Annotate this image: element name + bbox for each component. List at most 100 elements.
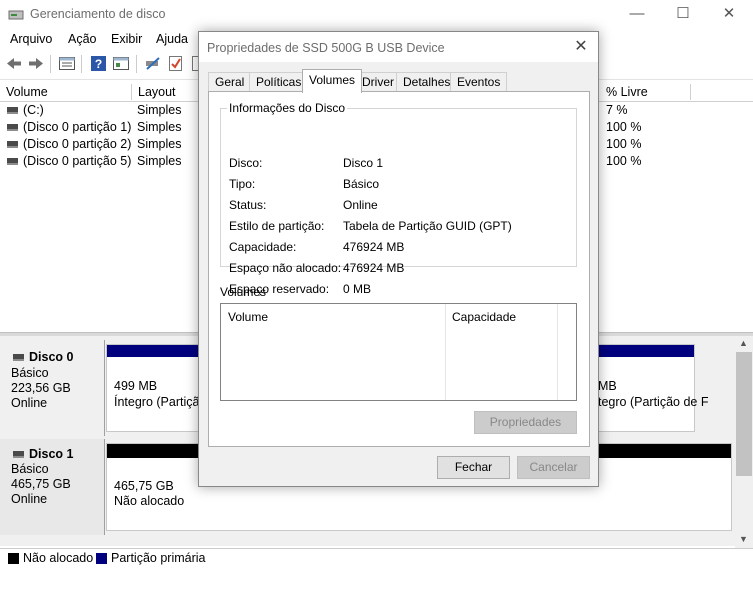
- volume-name: (C:): [23, 103, 44, 117]
- list-view-icon[interactable]: [58, 55, 76, 72]
- info-label-espaco-nao-alocado: Espaço não alocado:: [229, 261, 342, 275]
- volume-name: (Disco 0 partição 5): [23, 154, 132, 168]
- tab-volumes[interactable]: Volumes: [302, 69, 363, 93]
- properties-icon[interactable]: [112, 55, 130, 72]
- partition-size: MB: [598, 379, 617, 393]
- check-icon[interactable]: [167, 55, 185, 72]
- disk-status: Online: [11, 396, 48, 410]
- disk-info-group-title: Informações do Disco: [229, 101, 346, 115]
- info-label-disco: Disco:: [229, 156, 263, 170]
- volumes-column-volume[interactable]: Volume: [228, 310, 268, 324]
- volume-layout: Simples: [137, 120, 182, 134]
- dialog-close-button[interactable]: ✕: [569, 36, 593, 58]
- info-label-capacidade: Capacidade:: [229, 240, 297, 254]
- scroll-up-icon[interactable]: ▲: [739, 338, 748, 348]
- column-header-volume[interactable]: Volume: [0, 84, 132, 100]
- menu-exibir[interactable]: Exibir: [111, 32, 142, 46]
- volume-free: 100 %: [606, 120, 642, 134]
- disk-status: Online: [11, 492, 48, 506]
- info-value-espaco-reservado: 0 MB: [343, 282, 372, 296]
- tab-geral[interactable]: Geral: [208, 72, 252, 92]
- disk-size: 465,75 GB: [11, 477, 71, 491]
- vertical-scrollbar[interactable]: ▲ ▼: [735, 336, 753, 548]
- tab-politicas[interactable]: Políticas: [249, 72, 309, 92]
- close-dialog-button[interactable]: Fechar: [437, 456, 510, 479]
- partition-status: Íntegro (Partição: [114, 395, 207, 409]
- volume-layout: Simples: [137, 154, 182, 168]
- minimize-button[interactable]: —: [614, 0, 660, 30]
- volume-layout: Simples: [137, 103, 182, 117]
- unallocated-legend-swatch: [8, 553, 19, 564]
- partition-size: 499 MB: [114, 379, 158, 393]
- partition-box[interactable]: MB tegro (Partição de F: [596, 344, 708, 432]
- info-value-tipo: Básico: [343, 177, 380, 191]
- tab-detalhes[interactable]: Detalhes: [396, 72, 458, 92]
- cancel-button[interactable]: Cancelar: [517, 456, 590, 479]
- partition-status: tegro (Partição de F: [598, 395, 709, 409]
- toolbar-separator: [136, 55, 137, 73]
- partition-size: 465,75 GB: [114, 479, 174, 493]
- column-header-layout[interactable]: Layout: [132, 84, 203, 100]
- partition-status: Não alocado: [114, 494, 185, 508]
- toolbar-separator: [50, 55, 51, 73]
- disk-0-label[interactable]: Disco 0 Básico 223,56 GB Online: [0, 340, 105, 436]
- scroll-thumb[interactable]: [736, 352, 752, 476]
- primary-partition-bar: [107, 345, 200, 357]
- maximize-button[interactable]: ☐: [660, 0, 706, 30]
- close-button[interactable]: ✕: [706, 0, 752, 30]
- info-value-estilo-particao: Tabela de Partição GUID (GPT): [343, 219, 512, 233]
- volume-icon: [7, 124, 18, 132]
- volume-free: 100 %: [606, 154, 642, 168]
- disk-type: Básico: [11, 366, 49, 380]
- partition-box[interactable]: 499 MB Íntegro (Partição: [106, 344, 206, 432]
- menu-arquivo[interactable]: Arquivo: [10, 32, 52, 46]
- menu-ajuda[interactable]: Ajuda: [156, 32, 188, 46]
- volume-icon: [7, 141, 18, 149]
- disk-icon: [13, 354, 24, 362]
- volume-layout: Simples: [137, 137, 182, 151]
- volume-free: 7 %: [606, 103, 628, 117]
- help-icon[interactable]: ?: [90, 55, 108, 72]
- disk-properties-dialog: Propriedades de SSD 500G B USB Device ✕ …: [198, 31, 599, 487]
- tab-eventos[interactable]: Eventos: [450, 72, 508, 92]
- info-label-status: Status:: [229, 198, 267, 212]
- volume-name: (Disco 0 partição 2): [23, 137, 132, 151]
- dialog-title: Propriedades de SSD 500G B USB Device: [207, 41, 445, 55]
- disk-type: Básico: [11, 462, 49, 476]
- disk-size: 223,56 GB: [11, 381, 71, 395]
- toolbar-separator: [81, 55, 82, 73]
- column-divider: [557, 304, 558, 400]
- column-header-free-percent[interactable]: % Livre: [600, 84, 691, 100]
- legend-unallocated: Não alocado: [23, 551, 94, 565]
- legend-primary-partition: Partição primária: [111, 551, 206, 565]
- info-label-tipo: Tipo:: [229, 177, 256, 191]
- disk-name: Disco 1: [29, 447, 74, 461]
- info-value-espaco-nao-alocado: 476924 MB: [343, 261, 405, 275]
- volume-properties-button[interactable]: Propriedades: [474, 411, 577, 434]
- info-value-status: Online: [343, 198, 378, 212]
- back-arrow-icon[interactable]: [5, 55, 23, 72]
- volumes-section-label: Volumes: [220, 285, 267, 299]
- scroll-down-icon[interactable]: ▼: [739, 534, 748, 544]
- volume-icon: [7, 107, 18, 115]
- disk-1-label[interactable]: Disco 1 Básico 465,75 GB Online: [0, 439, 105, 535]
- menu-acao[interactable]: Ação: [68, 32, 97, 46]
- column-divider: [445, 304, 446, 400]
- info-value-capacidade: 476924 MB: [343, 240, 405, 254]
- volume-icon: [7, 158, 18, 166]
- disk-icon: [13, 451, 24, 459]
- volumes-column-capacidade[interactable]: Capacidade: [452, 310, 516, 324]
- window-title: Gerenciamento de disco: [30, 7, 166, 21]
- primary-partition-bar: [597, 345, 694, 357]
- info-value-disco: Disco 1: [343, 156, 384, 170]
- volumes-table[interactable]: Volume Capacidade: [220, 303, 577, 401]
- primary-partition-legend-swatch: [96, 553, 107, 564]
- svg-text:?: ?: [95, 57, 102, 71]
- disk-name: Disco 0: [29, 350, 74, 364]
- volume-name: (Disco 0 partição 1): [23, 120, 132, 134]
- forward-arrow-icon[interactable]: [27, 55, 45, 72]
- connect-icon[interactable]: [144, 55, 162, 72]
- volume-free: 100 %: [606, 137, 642, 151]
- info-label-estilo-particao: Estilo de partição:: [229, 219, 325, 233]
- disk-management-app-icon: [8, 7, 24, 21]
